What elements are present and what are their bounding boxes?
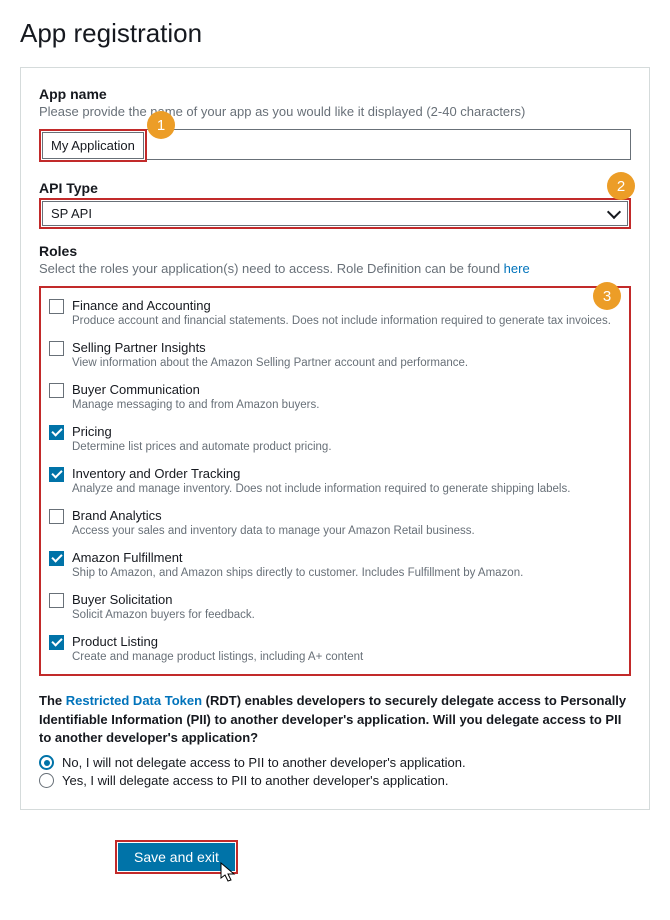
role-checkbox[interactable]	[49, 551, 64, 566]
roles-hint-text: Select the roles your application(s) nee…	[39, 261, 504, 276]
role-name: Brand Analytics	[72, 508, 475, 523]
rdt-link[interactable]: Restricted Data Token	[66, 693, 202, 708]
roles-hint: Select the roles your application(s) nee…	[39, 261, 631, 276]
appname-input-row[interactable]: My Application 1	[39, 129, 631, 162]
role-name: Product Listing	[72, 634, 363, 649]
annotation-badge-2: 2	[607, 172, 635, 200]
role-desc: Create and manage product listings, incl…	[72, 650, 363, 665]
annotation-box-2: SP API	[39, 198, 631, 229]
radio-label: Yes, I will delegate access to PII to an…	[62, 773, 448, 788]
save-annotation-box: Save and exit	[115, 840, 238, 874]
roles-definition-link[interactable]: here	[504, 261, 530, 276]
save-and-exit-button[interactable]: Save and exit	[118, 843, 235, 871]
rdt-prefix: The	[39, 693, 66, 708]
role-name: Pricing	[72, 424, 332, 439]
role-item: Product ListingCreate and manage product…	[49, 634, 621, 665]
role-desc: Produce account and financial statements…	[72, 314, 611, 329]
role-name: Buyer Solicitation	[72, 592, 255, 607]
role-desc: Determine list prices and automate produ…	[72, 440, 332, 455]
annotation-box-1: My Application	[39, 129, 147, 162]
role-checkbox[interactable]	[49, 299, 64, 314]
appname-hint: Please provide the name of your app as y…	[39, 104, 631, 119]
appname-input-rest[interactable]	[147, 129, 631, 160]
role-checkbox[interactable]	[49, 425, 64, 440]
role-name: Buyer Communication	[72, 382, 319, 397]
role-desc: Manage messaging to and from Amazon buye…	[72, 398, 319, 413]
role-item: Inventory and Order TrackingAnalyze and …	[49, 466, 621, 497]
role-name: Selling Partner Insights	[72, 340, 468, 355]
rdt-option[interactable]: Yes, I will delegate access to PII to an…	[39, 773, 631, 788]
annotation-badge-1: 1	[147, 111, 175, 139]
annotation-badge-3: 3	[593, 282, 621, 310]
apitype-select[interactable]: SP API	[42, 201, 628, 226]
role-checkbox[interactable]	[49, 383, 64, 398]
role-item: Buyer CommunicationManage messaging to a…	[49, 382, 621, 413]
role-item: PricingDetermine list prices and automat…	[49, 424, 621, 455]
role-name: Finance and Accounting	[72, 298, 611, 313]
role-item: Finance and AccountingProduce account an…	[49, 298, 621, 329]
role-desc: View information about the Amazon Sellin…	[72, 356, 468, 371]
role-name: Inventory and Order Tracking	[72, 466, 570, 481]
role-desc: Ship to Amazon, and Amazon ships directl…	[72, 566, 523, 581]
role-item: Amazon FulfillmentShip to Amazon, and Am…	[49, 550, 621, 581]
roles-label: Roles	[39, 243, 631, 259]
apitype-label: API Type	[39, 180, 631, 196]
role-item: Buyer SolicitationSolicit Amazon buyers …	[49, 592, 621, 623]
role-checkbox[interactable]	[49, 509, 64, 524]
radio-button[interactable]	[39, 755, 54, 770]
role-desc: Solicit Amazon buyers for feedback.	[72, 608, 255, 623]
role-checkbox[interactable]	[49, 593, 64, 608]
rdt-option[interactable]: No, I will not delegate access to PII to…	[39, 755, 631, 770]
role-checkbox[interactable]	[49, 467, 64, 482]
appname-value: My Application	[42, 132, 144, 159]
role-checkbox[interactable]	[49, 635, 64, 650]
apitype-selected-value: SP API	[51, 206, 92, 221]
role-checkbox[interactable]	[49, 341, 64, 356]
radio-label: No, I will not delegate access to PII to…	[62, 755, 466, 770]
role-item: Selling Partner InsightsView information…	[49, 340, 621, 371]
registration-panel: App name Please provide the name of your…	[20, 67, 650, 810]
role-name: Amazon Fulfillment	[72, 550, 523, 565]
rdt-question: The Restricted Data Token (RDT) enables …	[39, 692, 631, 747]
appname-label: App name	[39, 86, 631, 102]
radio-button[interactable]	[39, 773, 54, 788]
role-desc: Analyze and manage inventory. Does not i…	[72, 482, 570, 497]
role-item: Brand AnalyticsAccess your sales and inv…	[49, 508, 621, 539]
role-desc: Access your sales and inventory data to …	[72, 524, 475, 539]
roles-list: 3 Finance and AccountingProduce account …	[39, 286, 631, 676]
chevron-down-icon	[607, 204, 621, 218]
page-title: App registration	[20, 18, 650, 49]
